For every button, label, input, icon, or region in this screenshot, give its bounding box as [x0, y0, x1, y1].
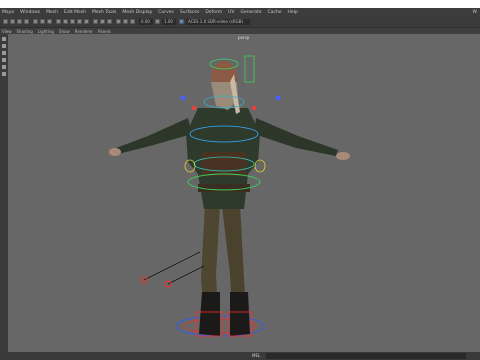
right-hand	[336, 152, 350, 160]
camera-attributes-icon[interactable]	[10, 19, 15, 24]
ik-pole-line	[143, 251, 201, 281]
mel-label[interactable]: MEL	[252, 353, 260, 358]
colorspace-dropdown[interactable]: ACES 1.0 SDR-video (sRGB)	[186, 19, 250, 25]
paint-select-icon[interactable]	[2, 51, 6, 55]
face-control-panel	[244, 55, 255, 83]
menu-item[interactable]: Cache	[268, 10, 282, 15]
maya-window: Maya Windows Mesh Edit Mesh Mesh Tools M…	[0, 8, 480, 360]
menu-item[interactable]: Mesh Display	[122, 10, 152, 15]
right-arm	[254, 118, 338, 156]
hip-control-yellow-2	[254, 159, 266, 173]
main-menu-bar: Maya Windows Mesh Edit Mesh Mesh Tools M…	[0, 8, 480, 17]
perspective-viewport[interactable]: persp	[8, 34, 480, 352]
left-arm	[116, 118, 192, 154]
ik-pole-line-2	[167, 265, 205, 285]
shadows-icon[interactable]	[93, 19, 98, 24]
left-hand	[109, 148, 121, 156]
xray-icon[interactable]	[123, 19, 128, 24]
menu-item[interactable]: Generate	[241, 10, 262, 15]
panel-menu-item[interactable]: Panels	[98, 29, 111, 34]
command-line: MEL	[0, 352, 480, 360]
textured-icon[interactable]	[77, 19, 82, 24]
menu-item[interactable]: Deform	[205, 10, 222, 15]
xray-joints-icon[interactable]	[130, 19, 135, 24]
ammo-pouches	[202, 152, 246, 176]
command-input[interactable]	[266, 353, 466, 359]
lights-icon[interactable]	[84, 19, 89, 24]
menu-item[interactable]: Maya	[2, 10, 14, 15]
rotate-tool-icon[interactable]	[2, 65, 6, 69]
film-gate-icon[interactable]	[40, 19, 45, 24]
viewport-camera-label: persp	[238, 35, 250, 40]
panel-menu-item[interactable]: Shading	[17, 29, 33, 34]
move-tool-icon[interactable]	[2, 58, 6, 62]
menu-item[interactable]: Windows	[20, 10, 40, 15]
gamma-icon[interactable]	[155, 19, 160, 24]
scale-tool-icon[interactable]	[2, 72, 6, 76]
resolution-gate-icon[interactable]	[47, 19, 52, 24]
smooth-shade-icon[interactable]	[63, 19, 68, 24]
viewport-toolbar: 0.00 1.00 ACES 1.0 SDR-video (sRGB)	[0, 17, 480, 28]
scene-canvas	[109, 55, 350, 337]
menu-item[interactable]: Mesh	[46, 10, 58, 15]
antialiasing-icon[interactable]	[107, 19, 112, 24]
wireframe-on-shaded-icon[interactable]	[70, 19, 75, 24]
panel-menu-item[interactable]: Lighting	[38, 29, 54, 34]
menu-item[interactable]: Mesh Tools	[92, 10, 116, 15]
isolate-select-icon[interactable]	[116, 19, 121, 24]
panel-menu-item[interactable]: Renderer	[75, 29, 93, 34]
belt	[198, 184, 250, 192]
exposure-field[interactable]: 0.00	[139, 19, 153, 25]
clavicle-control-left	[192, 106, 196, 110]
shoulder-control-right	[275, 95, 281, 101]
panel-menu-item[interactable]: Show	[59, 29, 70, 34]
ambient-occlusion-icon[interactable]	[100, 19, 105, 24]
menu-item[interactable]: Curves	[158, 10, 174, 15]
bookmark-icon[interactable]	[17, 19, 22, 24]
menu-item[interactable]: Surfaces	[180, 10, 200, 15]
shoulder-control-left	[180, 95, 186, 101]
panel-menu-item[interactable]: View	[2, 29, 12, 34]
menu-item[interactable]: Help	[288, 10, 298, 15]
select-tool-icon[interactable]	[2, 37, 6, 41]
grid-icon[interactable]	[33, 19, 38, 24]
color-management-icon[interactable]	[179, 19, 184, 24]
tool-box	[0, 34, 8, 352]
image-plane-icon[interactable]	[24, 19, 29, 24]
left-boot	[199, 292, 220, 336]
wireframe-icon[interactable]	[56, 19, 61, 24]
workspace-label[interactable]: W	[473, 10, 477, 15]
gamma-field[interactable]: 1.00	[162, 19, 176, 25]
lasso-tool-icon[interactable]	[2, 44, 6, 48]
clavicle-control-right	[252, 106, 256, 110]
menu-item[interactable]: UV	[228, 10, 234, 15]
menu-item[interactable]: Edit Mesh	[64, 10, 86, 15]
right-boot	[230, 292, 250, 336]
select-camera-icon[interactable]	[3, 19, 8, 24]
